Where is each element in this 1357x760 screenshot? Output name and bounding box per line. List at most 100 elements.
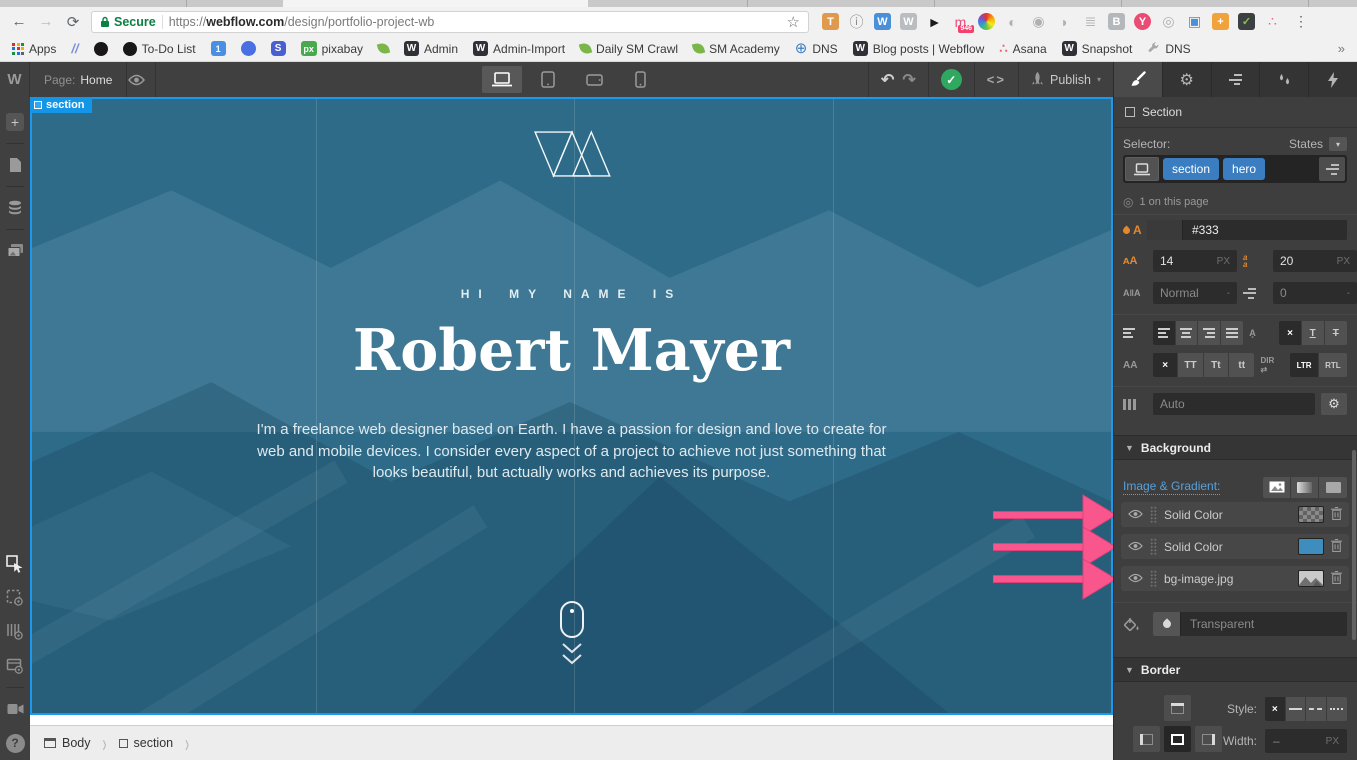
- panel-scrollbar[interactable]: [1352, 450, 1356, 640]
- bookmark-skype-s[interactable]: S: [270, 41, 286, 56]
- pages-button[interactable]: [0, 150, 30, 180]
- bookmark-dns[interactable]: ⊕ DNS: [795, 41, 838, 56]
- selector-field[interactable]: section hero: [1123, 155, 1347, 183]
- layer-drag-handle[interactable]: [1150, 506, 1157, 523]
- background-section-header[interactable]: ▼ Background: [1113, 435, 1357, 460]
- breakpoint-mobile-portrait-icon[interactable]: [620, 66, 660, 93]
- bookmarks-overflow-icon[interactable]: »: [1338, 41, 1345, 56]
- border-section-header[interactable]: ▼ Border: [1113, 657, 1357, 682]
- page-selector[interactable]: Page: Home: [30, 62, 128, 97]
- background-color-swatch-button[interactable]: [1153, 612, 1181, 636]
- layer-visibility-eye-icon[interactable]: [1128, 508, 1143, 522]
- bookmark-chat-blue[interactable]: [240, 41, 256, 56]
- image-gradient-link[interactable]: Image & Gradient:: [1123, 479, 1221, 495]
- badge-946-extension-icon[interactable]: m 946: [952, 13, 974, 33]
- border-style-button-0[interactable]: ×: [1265, 697, 1286, 721]
- border-left-button[interactable]: [1133, 726, 1160, 752]
- reload-button[interactable]: ⟳: [64, 13, 82, 31]
- letter-spacing-input[interactable]: Normal -: [1153, 282, 1237, 304]
- guides-toggle[interactable]: [0, 617, 30, 647]
- align-right-button[interactable]: [1198, 321, 1221, 345]
- layer-delete-icon[interactable]: [1331, 506, 1342, 523]
- border-style-button-3[interactable]: [1326, 697, 1347, 721]
- case-button-3[interactable]: tt: [1229, 353, 1255, 377]
- redo-icon[interactable]: ↷: [902, 70, 915, 90]
- preview-toggle-button[interactable]: [118, 62, 156, 97]
- direction-button-0[interactable]: LTR: [1290, 353, 1319, 377]
- y-extension-icon[interactable]: Y: [1134, 13, 1151, 30]
- tab-interactions[interactable]: [1259, 62, 1308, 97]
- decoration-button-2[interactable]: T: [1324, 321, 1347, 345]
- add-solid-color-button[interactable]: [1319, 476, 1347, 498]
- webflow-blue-extension-icon[interactable]: W: [874, 13, 891, 30]
- font-size-input[interactable]: 14 PX: [1153, 250, 1237, 272]
- font-color-swatch[interactable]: [1147, 220, 1183, 240]
- hero-section[interactable]: HI MY NAME IS Robert Mayer I'm a freelan…: [30, 97, 1113, 715]
- active-tab[interactable]: [283, 0, 588, 7]
- browser-tab-strip[interactable]: [0, 0, 1357, 7]
- layer-visibility-eye-icon[interactable]: [1128, 572, 1143, 586]
- browser-menu-icon[interactable]: ⋮: [1294, 13, 1308, 30]
- breadcrumb-body[interactable]: Body: [44, 736, 91, 750]
- secure-indicator[interactable]: Secure: [100, 15, 156, 29]
- selector-tag-hero[interactable]: hero: [1223, 158, 1266, 180]
- target-extension-icon[interactable]: ◎: [1160, 13, 1177, 30]
- bg-layer-1[interactable]: Solid Color: [1121, 534, 1349, 559]
- states-dropdown-button[interactable]: ▾: [1329, 137, 1347, 151]
- tab-settings-panel[interactable]: ⚙: [1161, 62, 1211, 97]
- align-left-button[interactable]: [1153, 321, 1176, 345]
- undo-icon[interactable]: ↶: [881, 70, 894, 90]
- case-button-1[interactable]: TT: [1178, 353, 1204, 377]
- asana-extension-icon[interactable]: ∴: [1264, 13, 1281, 30]
- case-button-0[interactable]: ×: [1153, 353, 1179, 377]
- layer-swatch[interactable]: [1298, 570, 1324, 587]
- breakpoint-tablet-icon[interactable]: [528, 66, 568, 93]
- border-all-button[interactable]: [1164, 726, 1191, 752]
- layer-delete-icon[interactable]: [1331, 538, 1342, 555]
- export-code-icon[interactable]: <>: [987, 72, 1006, 87]
- align-justify-button[interactable]: [1220, 321, 1244, 345]
- bookmark-admin[interactable]: W Admin: [404, 41, 458, 56]
- add-image-button[interactable]: [1263, 476, 1291, 498]
- columns-input[interactable]: Auto: [1153, 393, 1315, 415]
- border-style-button-1[interactable]: [1285, 697, 1307, 721]
- bookmark-github[interactable]: [93, 41, 108, 56]
- selector-tag-section[interactable]: section: [1163, 158, 1220, 180]
- bg-layer-0[interactable]: Solid Color: [1121, 502, 1349, 527]
- forward-button[interactable]: →: [37, 13, 55, 30]
- edit-mode-toggle[interactable]: [0, 583, 30, 613]
- info-extension-icon[interactable]: ⓘ: [848, 13, 865, 30]
- layer-drag-handle[interactable]: [1150, 538, 1157, 555]
- webflow-logo[interactable]: W: [0, 62, 30, 97]
- layer-swatch[interactable]: [1298, 506, 1324, 523]
- hammer-extension-icon[interactable]: T: [822, 13, 839, 30]
- next-page-section[interactable]: [30, 715, 1113, 725]
- breadcrumb-section[interactable]: section: [118, 736, 173, 750]
- publish-button[interactable]: Publish ▾: [1019, 62, 1113, 97]
- bookmark-to-do-list[interactable]: To-Do List: [122, 41, 196, 56]
- card-extension-icon[interactable]: ▣: [1186, 13, 1203, 30]
- add-element-button[interactable]: +: [0, 107, 30, 137]
- breakpoint-indicator-button[interactable]: [1125, 157, 1159, 181]
- tab-style-panel[interactable]: [1113, 62, 1162, 97]
- back-button[interactable]: ←: [10, 13, 28, 30]
- line-height-input[interactable]: 20 PX: [1273, 250, 1357, 272]
- assets-button[interactable]: [0, 236, 30, 266]
- bookmark-blog-posts-webflow[interactable]: W Blog posts | Webflow: [852, 41, 984, 56]
- tab-style-manager[interactable]: [1210, 62, 1260, 97]
- add-gradient-button[interactable]: [1291, 476, 1319, 498]
- bookmark-pixabay[interactable]: px pixabay: [300, 41, 363, 56]
- background-color-input[interactable]: Transparent: [1153, 612, 1347, 636]
- plus-extension-icon[interactable]: +: [1212, 13, 1229, 30]
- bookmark-dns[interactable]: DNS: [1147, 42, 1191, 56]
- bookmark-calendar-blue[interactable]: 1: [210, 41, 226, 56]
- url-text[interactable]: https://webflow.com/design/portfolio-pro…: [169, 15, 435, 29]
- notes-extension-icon[interactable]: ≣: [1082, 13, 1099, 30]
- border-top-button[interactable]: [1164, 695, 1191, 721]
- border-style-button-2[interactable]: [1306, 697, 1327, 721]
- design-canvas[interactable]: HI MY NAME IS Robert Mayer I'm a freelan…: [30, 97, 1113, 760]
- b-extension-icon[interactable]: B: [1108, 13, 1125, 30]
- color-wheel-extension-icon[interactable]: [978, 13, 995, 30]
- dot-circle-extension-icon[interactable]: ◉: [1030, 13, 1047, 30]
- bookmark-sprout[interactable]: [376, 41, 391, 56]
